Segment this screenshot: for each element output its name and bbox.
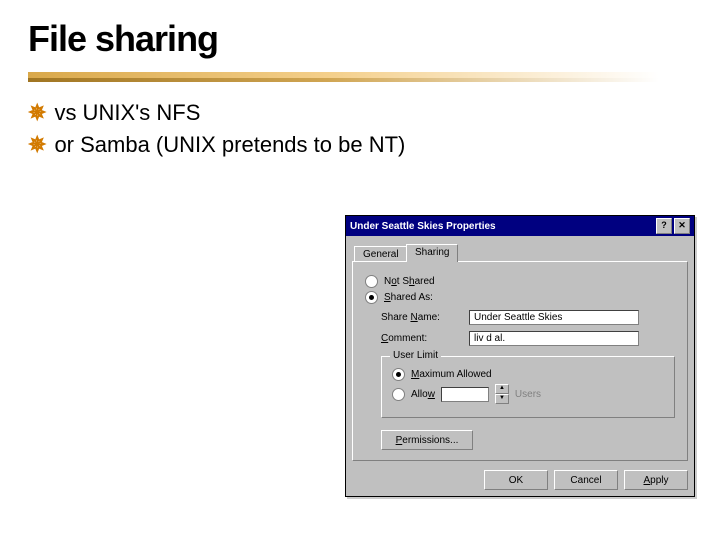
user-limit-group: User Limit Maximum Allowed Allow ▲▼ User… xyxy=(381,356,675,418)
user-limit-legend: User Limit xyxy=(390,350,441,361)
radio-shared-as[interactable] xyxy=(365,291,378,304)
radio-not-shared-label: Not Shared xyxy=(384,276,435,287)
allow-users-input[interactable] xyxy=(441,387,489,402)
allow-users-spinner[interactable]: ▲▼ xyxy=(495,384,509,404)
properties-dialog: Under Seattle Skies Properties ? ✕ Gener… xyxy=(345,215,695,497)
spinner-up-icon[interactable]: ▲ xyxy=(495,384,509,394)
tab-general[interactable]: General xyxy=(354,246,408,262)
radio-max-allowed-row[interactable]: Maximum Allowed xyxy=(392,368,664,381)
tab-panel-sharing: Not Shared Shared As: Share Name: Commen… xyxy=(352,261,688,461)
permissions-button[interactable]: Permissions... xyxy=(381,430,473,450)
spinner-down-icon[interactable]: ▼ xyxy=(495,394,509,404)
dialog-button-row: OK Cancel Apply xyxy=(346,464,694,496)
title-underline xyxy=(28,72,692,82)
radio-shared-as-label: Shared As: xyxy=(384,292,433,303)
share-name-label: Share Name: xyxy=(381,312,459,323)
slide-title: File sharing xyxy=(28,18,692,60)
bullet-text: vs UNIX's NFS xyxy=(54,100,200,126)
title-bar[interactable]: Under Seattle Skies Properties ? ✕ xyxy=(346,216,694,236)
radio-shared-as-row[interactable]: Shared As: xyxy=(365,291,675,304)
cancel-button[interactable]: Cancel xyxy=(554,470,618,490)
allow-users-suffix: Users xyxy=(515,389,541,400)
radio-not-shared-row[interactable]: Not Shared xyxy=(365,275,675,288)
bullet-text: or Samba (UNIX pretends to be NT) xyxy=(54,132,405,158)
radio-allow-n[interactable] xyxy=(392,388,405,401)
comment-input[interactable] xyxy=(469,331,639,346)
close-button[interactable]: ✕ xyxy=(674,218,690,234)
comment-row: Comment: xyxy=(381,331,675,346)
share-name-input[interactable] xyxy=(469,310,639,325)
bullet-item: ✵ or Samba (UNIX pretends to be NT) xyxy=(28,132,692,158)
radio-max-allowed-label: Maximum Allowed xyxy=(411,369,492,380)
slide: File sharing ✵ vs UNIX's NFS ✵ or Samba … xyxy=(0,0,720,540)
radio-not-shared[interactable] xyxy=(365,275,378,288)
radio-allow-n-row[interactable]: Allow ▲▼ Users xyxy=(392,384,664,404)
tab-row: General Sharing xyxy=(352,242,688,262)
radio-max-allowed[interactable] xyxy=(392,368,405,381)
dialog-title: Under Seattle Skies Properties xyxy=(350,221,496,232)
radio-allow-n-label: Allow xyxy=(411,389,435,400)
bullet-list: ✵ vs UNIX's NFS ✵ or Samba (UNIX pretend… xyxy=(28,100,692,158)
share-name-row: Share Name: xyxy=(381,310,675,325)
title-bar-buttons: ? ✕ xyxy=(656,218,690,234)
tab-sharing[interactable]: Sharing xyxy=(406,244,458,262)
apply-button[interactable]: Apply xyxy=(624,470,688,490)
ok-button[interactable]: OK xyxy=(484,470,548,490)
bullet-item: ✵ vs UNIX's NFS xyxy=(28,100,692,126)
help-button[interactable]: ? xyxy=(656,218,672,234)
comment-label: Comment: xyxy=(381,333,459,344)
